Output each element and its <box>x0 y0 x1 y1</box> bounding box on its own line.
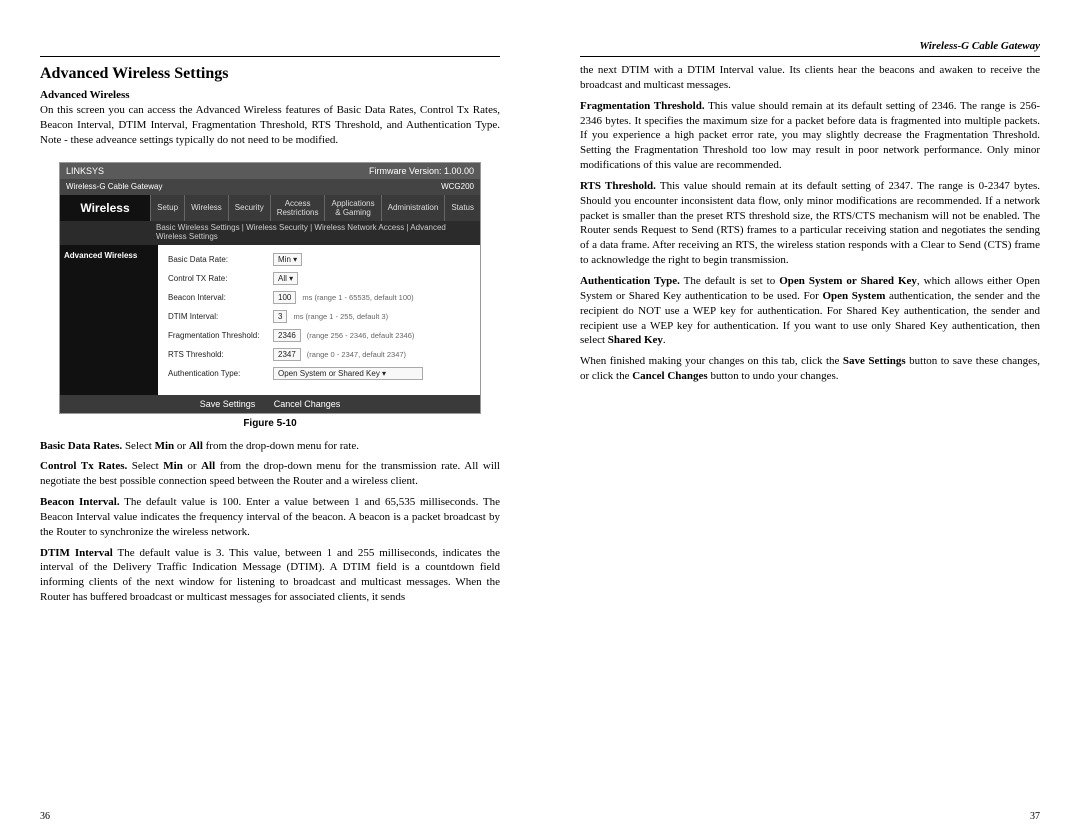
rts-label: RTS Threshold. <box>580 180 656 192</box>
router-model-code: WCG200 <box>441 182 474 191</box>
p-control-tx-rates: Control Tx Rates. Select Min or All from… <box>40 459 500 489</box>
p-frag: Fragmentation Threshold. This value shou… <box>580 99 1040 173</box>
p-continuation: the next DTIM with a DTIM Interval value… <box>580 63 1040 93</box>
label-rts: RTS Threshold: <box>168 350 273 359</box>
row-control-tx: Control TX Rate: All ▾ <box>168 272 470 285</box>
row-rts: RTS Threshold: 2347 (range 0 - 2347, def… <box>168 348 470 361</box>
auth-label: Authentication Type. <box>580 275 680 287</box>
router-brand: LINKSYS <box>66 166 104 176</box>
left-body: Basic Data Rates. Select Min or All from… <box>40 439 500 611</box>
tab-admin[interactable]: Administration <box>381 195 445 221</box>
tab-access[interactable]: Access Restrictions <box>270 195 325 221</box>
router-top-bar: LINKSYS Firmware Version: 1.00.00 <box>60 163 480 179</box>
p-basic-data-rates: Basic Data Rates. Select Min or All from… <box>40 439 500 454</box>
router-section-label: Wireless <box>60 195 150 221</box>
sub-title: Advanced Wireless <box>40 89 500 101</box>
hint-dtim: ms (range 1 - 255, default 3) <box>293 312 388 321</box>
page-number-left: 36 <box>40 811 50 822</box>
header-rule-right <box>580 56 1040 57</box>
hint-beacon: ms (range 1 - 65535, default 100) <box>302 293 413 302</box>
label-dtim: DTIM Interval: <box>168 312 273 321</box>
label-beacon: Beacon Interval: <box>168 293 273 302</box>
page-number-right: 37 <box>1030 811 1040 822</box>
page-spread: Wireless-G Cable Gateway Advanced Wirele… <box>0 0 1080 834</box>
router-form: Basic Data Rate: Min ▾ Control TX Rate: … <box>158 245 480 395</box>
frag-label: Fragmentation Threshold. <box>580 100 705 112</box>
router-model-bar: Wireless-G Cable Gateway WCG200 <box>60 179 480 195</box>
router-model-line: Wireless-G Cable Gateway <box>66 182 162 191</box>
p-rts: RTS Threshold. This value should remain … <box>580 179 1040 268</box>
row-frag: Fragmentation Threshold: 2346 (range 256… <box>168 329 470 342</box>
right-page: Wireless-G Cable Gateway the next DTIM w… <box>540 40 1080 804</box>
intro-text: On this screen you can access the Advanc… <box>40 103 500 148</box>
tab-wireless[interactable]: Wireless <box>184 195 228 221</box>
tab-setup[interactable]: Setup <box>150 195 184 221</box>
router-screenshot: LINKSYS Firmware Version: 1.00.00 Wirele… <box>59 162 481 414</box>
input-frag[interactable]: 2346 <box>273 329 301 342</box>
input-rts[interactable]: 2347 <box>273 348 301 361</box>
dtim-label: DTIM Interval <box>40 547 113 559</box>
select-auth[interactable]: Open System or Shared Key ▾ <box>273 367 423 380</box>
figure-caption: Figure 5-10 <box>40 418 500 429</box>
bdr-label: Basic Data Rates. <box>40 440 122 452</box>
hint-frag: (range 256 - 2346, default 2346) <box>307 331 415 340</box>
p-beacon-interval: Beacon Interval. The default value is 10… <box>40 495 500 540</box>
row-basic-rate: Basic Data Rate: Min ▾ <box>168 253 470 266</box>
input-beacon[interactable]: 100 <box>273 291 296 304</box>
label-control-tx: Control TX Rate: <box>168 274 273 283</box>
select-basic-rate[interactable]: Min ▾ <box>273 253 302 266</box>
tab-security[interactable]: Security <box>228 195 270 221</box>
header-rule <box>40 56 500 57</box>
right-header: Wireless-G Cable Gateway <box>580 40 1040 52</box>
intro-paragraph: On this screen you can access the Advanc… <box>40 103 500 154</box>
save-settings-button[interactable]: Save Settings <box>200 399 256 409</box>
router-body: Advanced Wireless Basic Data Rate: Min ▾… <box>60 245 480 395</box>
label-frag: Fragmentation Threshold: <box>168 331 273 340</box>
hint-rts: (range 0 - 2347, default 2347) <box>307 350 406 359</box>
row-dtim: DTIM Interval: 3 ms (range 1 - 255, defa… <box>168 310 470 323</box>
input-dtim[interactable]: 3 <box>273 310 287 323</box>
select-control-tx[interactable]: All ▾ <box>273 272 298 285</box>
router-side-label: Advanced Wireless <box>60 245 158 395</box>
section-title: Advanced Wireless Settings <box>40 65 500 83</box>
router-subnav: Basic Wireless Settings | Wireless Secur… <box>60 221 480 245</box>
router-nav: Wireless Setup Wireless Security Access … <box>60 195 480 221</box>
p-save: When finished making your changes on thi… <box>580 354 1040 384</box>
ctr-label: Control Tx Rates. <box>40 460 127 472</box>
router-tabs: Setup Wireless Security Access Restricti… <box>150 195 480 221</box>
row-auth: Authentication Type: Open System or Shar… <box>168 367 470 380</box>
tab-status[interactable]: Status <box>444 195 480 221</box>
label-auth: Authentication Type: <box>168 369 273 378</box>
router-footer: Save Settings Cancel Changes <box>60 395 480 413</box>
label-basic-rate: Basic Data Rate: <box>168 255 273 264</box>
cancel-changes-button[interactable]: Cancel Changes <box>274 399 341 409</box>
beacon-label: Beacon Interval. <box>40 496 120 508</box>
row-beacon: Beacon Interval: 100 ms (range 1 - 65535… <box>168 291 470 304</box>
router-firmware: Firmware Version: 1.00.00 <box>369 166 474 176</box>
left-page: Wireless-G Cable Gateway Advanced Wirele… <box>0 40 540 804</box>
p-auth: Authentication Type. The default is set … <box>580 274 1040 348</box>
tab-apps[interactable]: Applications & Gaming <box>324 195 380 221</box>
right-body: the next DTIM with a DTIM Interval value… <box>580 63 1040 390</box>
p-dtim-interval: DTIM Interval The default value is 3. Th… <box>40 546 500 605</box>
